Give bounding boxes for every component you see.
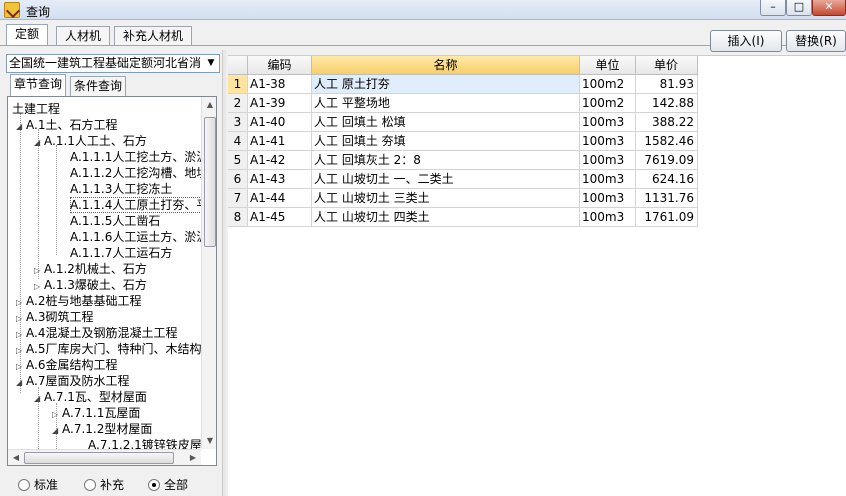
tree-item[interactable]: A.1.1.3人工挖冻土	[70, 181, 172, 197]
scroll-up-icon[interactable]: ▲	[202, 97, 216, 113]
table-row[interactable]: 3 A1-40 人工 回填土 松填 100m3 388.22	[228, 113, 698, 132]
close-button[interactable]: ✕	[812, 0, 846, 16]
insert-button[interactable]: 插入(I)	[710, 30, 782, 52]
quota-library-value: 全国统一建筑工程基础定额河北省消	[9, 56, 202, 70]
tree-item[interactable]: ▷ A.4混凝土及钢筋混凝土工程	[16, 325, 177, 341]
tree-vertical-scrollbar[interactable]: ▲ ▼	[201, 97, 216, 449]
tree-item[interactable]: ◢ A.7屋面及防水工程	[16, 373, 129, 389]
tree-vertical-scroll-thumb[interactable]	[204, 117, 216, 247]
minimize-button[interactable]: –	[760, 0, 786, 16]
splitter[interactable]	[222, 50, 226, 496]
header-unit[interactable]: 单位	[580, 56, 636, 75]
tree-item[interactable]: A.1.1.5人工凿石	[70, 213, 160, 229]
radio-supplement[interactable]: 补充	[84, 477, 124, 493]
radio-standard[interactable]: 标准	[18, 477, 58, 493]
scroll-left-icon[interactable]: ◀	[8, 450, 24, 465]
chapter-tree[interactable]: 土建工程 ◢ A.1土、石方工程 ◢ A.1.1人工土、石方 A.1.1.1人工挖土…	[7, 96, 217, 466]
replace-button[interactable]: 替换(R)	[786, 30, 846, 52]
tree-item[interactable]: ◢ A.1土、石方工程	[16, 117, 117, 133]
table-row[interactable]: 5 A1-42 人工 回填灰土 2：8 100m3 7619.09	[228, 151, 698, 170]
grid-header: 编码 名称 单位 单价	[228, 56, 698, 75]
table-row[interactable]: 1 A1-38 人工 原土打夯 100m2 81.93	[228, 75, 698, 94]
collapse-icon[interactable]: ◢	[34, 135, 44, 151]
query-window: 查询 – □ ✕ 定额 人材机 补充人材机 插入(I) 替换(R) 全国统一建筑…	[0, 0, 846, 496]
tree-item[interactable]: ◢ A.1.1人工土、石方	[34, 133, 147, 149]
tree-item[interactable]: A.1.1.1人工挖土方、淤泥	[70, 149, 208, 165]
app-icon	[4, 2, 20, 18]
header-price[interactable]: 单价	[636, 56, 698, 75]
tree-item[interactable]: ▷ A.1.2机械土、石方	[34, 261, 147, 277]
tree-item[interactable]: ▷ A.6金属结构工程	[16, 357, 117, 373]
radio-off-icon	[84, 479, 96, 491]
tree-item[interactable]: ▷ A.3砌筑工程	[16, 309, 93, 325]
tree-item[interactable]: ◢ A.7.1瓦、型材屋面	[34, 389, 147, 405]
scroll-right-icon[interactable]: ▶	[185, 450, 201, 465]
tree-line	[38, 129, 39, 279]
quota-grid[interactable]: 编码 名称 单位 单价 1 A1-38 人工 原土打夯 100m2 81.93 …	[228, 55, 846, 496]
header-name[interactable]: 名称	[312, 56, 580, 75]
table-row[interactable]: 6 A1-43 人工 山坡切土 一、二类土 100m3 624.16	[228, 170, 698, 189]
header-rownum	[228, 56, 248, 75]
tree-item[interactable]: A.1.1.6人工运土方、淤泥	[70, 229, 208, 245]
window-title: 查询	[26, 5, 51, 19]
tree-item[interactable]: A.1.1.7人工运石方	[70, 245, 172, 261]
tree-line	[56, 145, 57, 255]
tree-horizontal-scrollbar[interactable]: ◀ ▶	[8, 449, 201, 465]
scroll-down-icon[interactable]: ▼	[202, 433, 216, 449]
tree-item[interactable]: ▷ A.5厂库房大门、特种门、木结构	[16, 341, 201, 357]
tree-item-selected[interactable]: A.1.1.4人工原土打夯、平整	[70, 197, 216, 213]
table-row[interactable]: 7 A1-44 人工 山坡切土 三类土 100m3 1131.76	[228, 189, 698, 208]
tree-item[interactable]: ◢ A.7.1.2型材屋面	[52, 421, 152, 437]
collapse-icon[interactable]: ◢	[16, 119, 26, 135]
tree-item[interactable]: ▷ A.7.1.1瓦屋面	[52, 405, 140, 421]
quota-library-select[interactable]: 全国统一建筑工程基础定额河北省消 ▼	[6, 54, 220, 73]
maximize-button[interactable]: □	[786, 0, 812, 16]
tree-item[interactable]: ▷ A.1.3爆破土、石方	[34, 277, 147, 293]
table-row[interactable]: 2 A1-39 人工 平整场地 100m2 142.88	[228, 94, 698, 113]
header-code[interactable]: 编码	[248, 56, 312, 75]
radio-off-icon	[18, 479, 30, 491]
collapse-icon[interactable]: ◢	[34, 391, 44, 407]
tab-condition-query[interactable]: 条件查询	[70, 76, 127, 96]
tree-horizontal-scroll-thumb[interactable]	[24, 452, 174, 464]
tab-dinge[interactable]: 定额	[6, 24, 49, 46]
tab-chapter-query[interactable]: 章节查询	[10, 74, 67, 96]
table-row[interactable]: 8 A1-45 人工 山坡切土 四类土 100m3 1761.09	[228, 208, 698, 227]
title-bar[interactable]: 查询 – □ ✕	[0, 0, 846, 20]
tab-rencaiji[interactable]: 人材机	[56, 26, 111, 46]
radio-on-icon	[148, 479, 160, 491]
collapse-icon[interactable]: ◢	[52, 423, 62, 439]
filter-radio-group: 标准 补充 全部	[18, 477, 218, 493]
tree-item[interactable]: ▷ A.2桩与地基基础工程	[16, 293, 141, 309]
tab-buchong-rencaiji[interactable]: 补充人材机	[114, 26, 193, 46]
collapse-icon[interactable]: ◢	[16, 375, 26, 391]
chevron-down-icon[interactable]: ▼	[203, 55, 219, 72]
tree-item[interactable]: A.1.1.2人工挖沟槽、地坑	[70, 165, 208, 181]
table-row[interactable]: 4 A1-41 人工 回填土 夯填 100m3 1582.46	[228, 132, 698, 151]
radio-all[interactable]: 全部	[148, 477, 188, 493]
tree-item[interactable]: 土建工程	[12, 101, 60, 117]
tree-item[interactable]: A.7.1.2.1镀锌铁皮屋	[88, 437, 202, 449]
